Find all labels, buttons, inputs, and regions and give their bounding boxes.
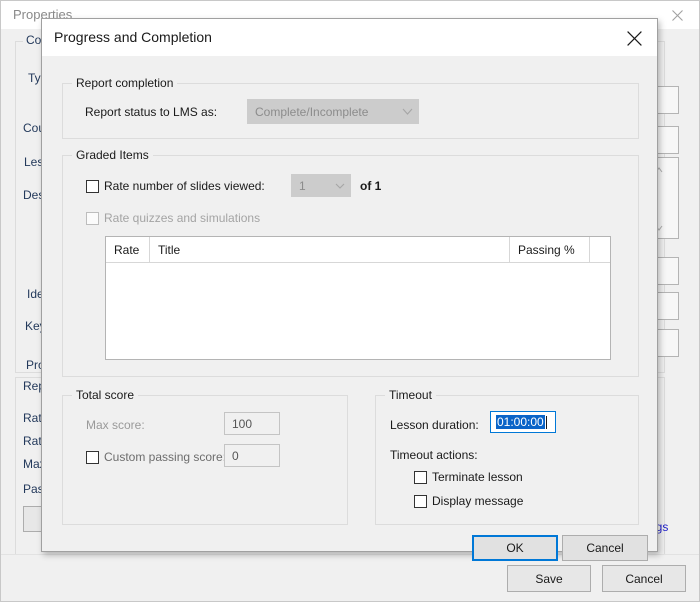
ok-button[interactable]: OK	[472, 535, 558, 561]
terminate-lesson-label: Terminate lesson	[432, 470, 523, 484]
graded-items-group-title: Graded Items	[72, 148, 153, 162]
graded-items-group: Graded Items Rate number of slides viewe…	[62, 148, 639, 377]
dialog-cancel-button-label: Cancel	[586, 541, 624, 555]
custom-passing-score-input[interactable]: 0	[224, 444, 280, 467]
slides-count-value: 1	[299, 178, 306, 193]
max-score-value: 100	[232, 416, 253, 431]
rate-slides-checkbox[interactable]: Rate number of slides viewed:	[86, 179, 265, 193]
custom-passing-score-label: Custom passing score:	[104, 450, 227, 464]
timeout-group-title: Timeout	[385, 388, 436, 402]
rate-quizzes-label: Rate quizzes and simulations	[104, 211, 261, 225]
properties-footer: Save Cancel	[1, 554, 699, 601]
checkbox-box	[86, 211, 99, 225]
table-column-rate[interactable]: Rate	[106, 237, 150, 262]
table-column-passing-pct[interactable]: Passing %	[510, 237, 590, 262]
terminate-lesson-checkbox[interactable]: Terminate lesson	[414, 470, 523, 484]
report-status-label: Report status to LMS as:	[85, 105, 218, 119]
dialog-cancel-button[interactable]: Cancel	[562, 535, 648, 561]
save-button[interactable]: Save	[507, 565, 591, 592]
ok-button-label: OK	[506, 541, 524, 555]
graded-items-table[interactable]: Rate Title Passing %	[105, 236, 611, 360]
table-column-title[interactable]: Title	[150, 237, 510, 262]
slides-count-select[interactable]: 1	[291, 174, 351, 197]
display-message-label: Display message	[432, 494, 524, 508]
max-score-input[interactable]: 100	[224, 412, 280, 435]
total-score-group: Total score Max score: 100 Custom passin…	[62, 388, 348, 525]
max-score-label: Max score:	[86, 418, 145, 432]
cancel-button-label: Cancel	[625, 571, 663, 586]
report-completion-group-title: Report completion	[72, 76, 178, 90]
lesson-duration-label: Lesson duration:	[390, 418, 479, 432]
checkbox-box	[414, 494, 427, 508]
progress-and-completion-dialog: Progress and Completion Report completio…	[41, 18, 658, 561]
timeout-actions-label: Timeout actions:	[390, 448, 478, 462]
properties-label-rate-2: Rat	[23, 434, 42, 448]
rate-slides-label: Rate number of slides viewed:	[104, 179, 265, 193]
dialog-title: Progress and Completion	[54, 29, 212, 45]
close-icon[interactable]	[615, 23, 653, 53]
custom-passing-score-checkbox[interactable]: Custom passing score:	[86, 450, 226, 464]
display-message-checkbox[interactable]: Display message	[414, 494, 523, 508]
rate-quizzes-checkbox[interactable]: Rate quizzes and simulations	[86, 211, 260, 225]
lesson-duration-value: 01:00:00	[496, 415, 545, 429]
table-header-row: Rate Title Passing %	[106, 237, 610, 263]
dialog-titlebar: Progress and Completion	[42, 19, 657, 56]
slides-of-label: of 1	[360, 179, 382, 193]
chevron-down-icon	[330, 183, 350, 189]
total-score-group-title: Total score	[72, 388, 139, 402]
properties-label-rate-1: Rat	[23, 411, 42, 425]
timeout-group: Timeout Lesson duration: 01:00:00 Timeou…	[375, 388, 639, 525]
text-caret	[545, 415, 547, 429]
lesson-duration-input[interactable]: 01:00:00	[490, 411, 556, 433]
chevron-down-icon	[396, 108, 418, 115]
report-status-select[interactable]: Complete/Incomplete	[247, 99, 419, 124]
report-status-value: Complete/Incomplete	[255, 104, 369, 119]
custom-passing-score-value: 0	[232, 448, 239, 463]
close-icon[interactable]	[655, 1, 699, 29]
checkbox-box	[86, 450, 99, 464]
checkbox-box	[86, 179, 99, 193]
checkbox-box	[414, 470, 427, 484]
save-button-label: Save	[535, 571, 563, 586]
dialog-body: Report completion Report status to LMS a…	[42, 56, 657, 561]
cancel-button[interactable]: Cancel	[602, 565, 686, 592]
report-completion-group: Report completion Report status to LMS a…	[62, 76, 639, 139]
